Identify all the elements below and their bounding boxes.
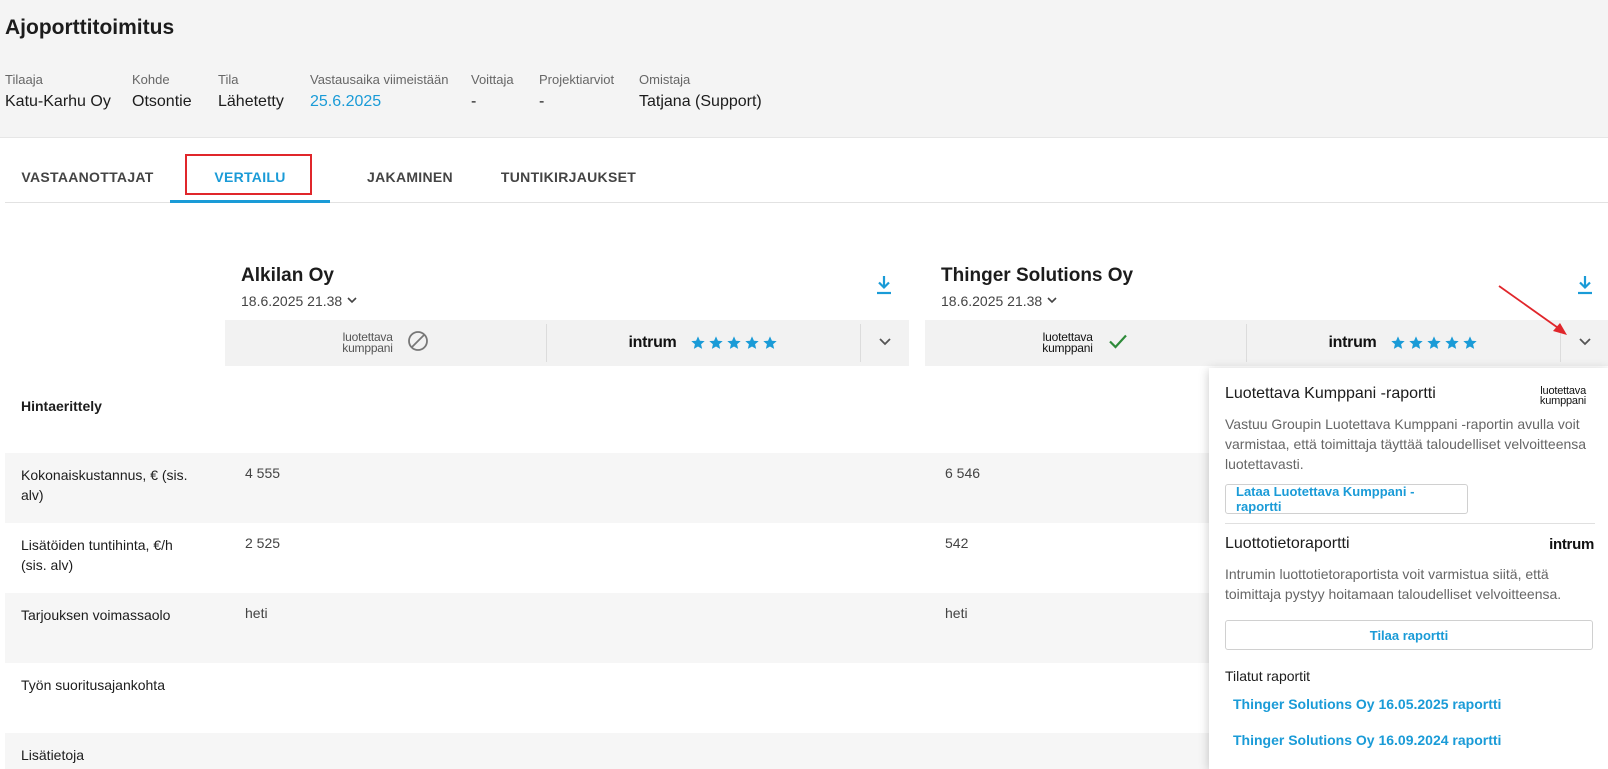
page-header: Ajoporttitoimitus Tilaaja Katu-Karhu Oy … <box>0 0 1608 138</box>
star-rating <box>1390 335 1478 351</box>
download-icon[interactable] <box>1575 274 1595 296</box>
supplier-name: Alkilan Oy <box>241 265 334 286</box>
tab-tuntikirjaukset[interactable]: TUNTIKIRJAUKSET <box>491 150 646 203</box>
tab-jakaminen[interactable]: JAKAMINEN <box>350 150 470 203</box>
row-label: Lisätietoja <box>21 747 85 763</box>
tab-bar: VASTAANOTTAJAT VERTAILU JAKAMINEN TUNTIK… <box>5 150 1608 203</box>
meta-kohde: Kohde Otsontie <box>132 72 192 111</box>
meta-omistaja: Omistaja Tatjana (Support) <box>639 72 762 111</box>
star-icon <box>745 336 760 349</box>
star-rating <box>690 335 778 351</box>
row-label: Työn suoritusajankohta <box>21 677 165 693</box>
meta-label: Projektiarviot <box>539 72 615 87</box>
row-value: heti <box>945 605 968 621</box>
row-value: 4 555 <box>245 465 281 481</box>
supplier-date-text: 18.6.2025 21.38 <box>241 293 343 309</box>
credit-report-title: Luottotietoraportti <box>1225 535 1350 552</box>
supplier-date-dropdown[interactable]: 18.6.2025 21.38 <box>941 293 1058 309</box>
intrum-logo: intrum <box>628 334 677 351</box>
tab-vastaanottajat[interactable]: VASTAANOTTAJAT <box>5 150 170 203</box>
chevron-down-icon <box>878 334 892 353</box>
luotettava-kumppani-logo: luotettava kumppani <box>1539 385 1586 408</box>
lk-rating-segment: luotettava kumppani <box>925 320 1246 366</box>
lk-report-title: Luotettava Kumppani -raportti <box>1225 385 1436 402</box>
meta-voittaja: Voittaja - <box>471 72 514 111</box>
supplier-date-text: 18.6.2025 21.38 <box>941 293 1043 309</box>
meta-value: - <box>539 93 545 110</box>
chevron-down-icon <box>1578 334 1592 353</box>
meta-vastausaika: Vastausaika viimeistään 25.6.2025 <box>310 72 449 111</box>
order-report-button[interactable]: Tilaa raportti <box>1225 620 1593 650</box>
row-value: heti <box>245 605 268 621</box>
row-label: Lisätöiden tuntihinta, €/h (sis. alv) <box>21 537 173 573</box>
ordered-report-link[interactable]: Thinger Solutions Oy 16.09.2024 raportti <box>1233 732 1501 748</box>
meta-value: Otsontie <box>132 93 192 110</box>
meta-projektiarviot: Projektiarviot - <box>539 72 614 111</box>
supplier-date-dropdown[interactable]: 18.6.2025 21.38 <box>241 293 358 309</box>
star-icon <box>691 336 706 349</box>
lk-rating-segment: luotettava kumppani <box>225 320 546 366</box>
star-icon <box>1427 336 1442 349</box>
download-icon[interactable] <box>874 274 894 296</box>
star-icon <box>1445 336 1460 349</box>
star-icon <box>709 336 724 349</box>
active-tab-indicator <box>170 200 330 203</box>
page-title: Ajoporttitoimitus <box>5 16 175 39</box>
meta-label: Kohde <box>132 72 170 87</box>
ordered-report-link[interactable]: Thinger Solutions Oy 16.05.2025 raportti <box>1233 696 1501 712</box>
star-icon <box>1409 336 1424 349</box>
star-icon <box>1391 336 1406 349</box>
intrum-rating-segment: intrum <box>547 320 860 366</box>
report-popover: Luotettava Kumppani -raportti luotettava… <box>1209 368 1608 769</box>
meta-label: Omistaja <box>639 72 691 87</box>
supplier-name: Thinger Solutions Oy <box>941 265 1134 286</box>
row-value: 6 546 <box>945 465 981 481</box>
annotation-arrow-icon <box>1498 285 1567 335</box>
meta-label: Vastausaika viimeistään <box>310 72 449 87</box>
meta-label: Tila <box>218 72 239 87</box>
meta-label: Tilaaja <box>5 72 43 87</box>
expand-ratings-button[interactable] <box>861 320 909 366</box>
lk-report-description: Vastuu Groupin Luotettava Kumppani -rapo… <box>1225 416 1587 472</box>
star-icon <box>763 336 778 349</box>
star-icon <box>1463 336 1478 349</box>
not-available-icon <box>407 330 429 357</box>
ordered-reports-title: Tilatut raportit <box>1225 668 1311 684</box>
chevron-down-icon <box>346 293 358 309</box>
luotettava-kumppani-logo: luotettava kumppani <box>1042 329 1093 355</box>
meta-value: - <box>471 93 477 110</box>
annotation-highlight-box <box>185 154 312 195</box>
check-icon <box>1107 330 1129 357</box>
deadline-link[interactable]: 25.6.2025 <box>310 93 449 111</box>
meta-value: Tatjana (Support) <box>639 93 762 110</box>
row-value: 542 <box>945 535 969 551</box>
row-label: Hintaerittely <box>21 398 102 414</box>
intrum-logo: intrum <box>1549 536 1594 553</box>
chevron-down-icon <box>1046 293 1058 309</box>
divider <box>1225 523 1595 524</box>
luotettava-kumppani-logo: luotettava kumppani <box>342 329 393 355</box>
download-lk-report-button[interactable]: Lataa Luotettava Kumppani -raportti <box>1225 484 1468 514</box>
intrum-logo: intrum <box>1328 334 1377 351</box>
supplier-rating-bar: luotettava kumppani intrum <box>225 320 909 366</box>
credit-report-description: Intrumin luottotietoraportista voit varm… <box>1225 566 1562 602</box>
meta-tilaaja: Tilaaja Katu-Karhu Oy <box>5 72 111 111</box>
meta-value: Katu-Karhu Oy <box>5 93 111 110</box>
row-value: 2 525 <box>245 535 281 551</box>
row-label: Kokonaiskustannus, € (sis. alv) <box>21 467 188 503</box>
meta-label: Voittaja <box>471 72 514 87</box>
meta-value: Lähetetty <box>218 93 284 110</box>
row-label: Tarjouksen voimassaolo <box>21 607 171 623</box>
meta-tila: Tila Lähetetty <box>218 72 284 111</box>
star-icon <box>727 336 742 349</box>
